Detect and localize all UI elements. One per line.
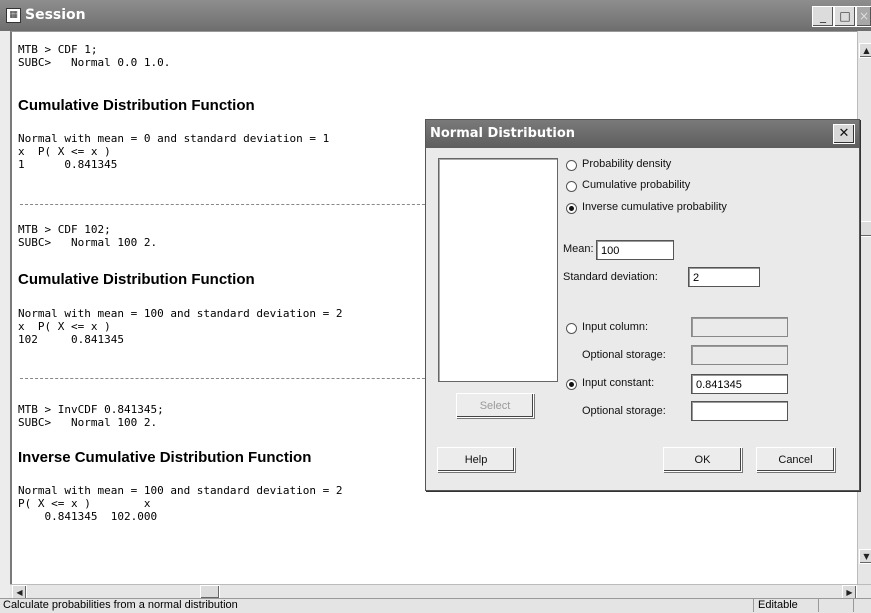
maximize-button[interactable]: □ [834,6,856,27]
cancel-button[interactable]: Cancel [756,447,835,472]
radio-label: Probability density [582,158,672,170]
radio-probability-density[interactable] [566,160,577,171]
output-heading: Cumulative Distribution Function [18,271,255,288]
status-text: Calculate probabilities from a normal di… [3,599,238,611]
radio-cumulative-probability[interactable] [566,181,577,192]
output-line: P( X <= x ) x [18,497,151,510]
mean-field[interactable]: 100 [596,240,674,260]
radio-inverse-cumulative[interactable] [566,203,577,214]
output-separator [20,204,435,205]
output-line: 0.841345 102.000 [18,510,158,523]
minimize-button[interactable]: _ [812,6,834,27]
normal-distribution-dialog: Normal Distribution ✕ Probability densit… [425,119,860,491]
status-mode: Editable [753,599,822,612]
mean-label: Mean: [563,243,594,255]
close-button[interactable]: × [856,6,871,27]
dialog-close-icon[interactable]: ✕ [833,124,855,144]
scroll-up-icon[interactable]: ▲ [859,43,871,58]
subcommand-line: SUBC> Normal 100 2. [18,236,158,249]
radio-label: Cumulative probability [582,179,691,191]
subcommand-line: SUBC> Normal 100 2. [18,416,158,429]
scroll-down-icon[interactable]: ▼ [859,549,871,564]
sd-label: Standard deviation: [563,271,658,283]
radio-label: Inverse cumulative probability [582,201,727,213]
window-title: Session [25,7,86,23]
status-bar: Calculate probabilities from a normal di… [0,598,871,613]
variable-list[interactable] [438,158,558,382]
session-titlebar[interactable]: ▦ Session _ □ × [0,0,871,31]
input-column-label: Input column: [582,321,649,333]
help-button[interactable]: Help [437,447,515,472]
output-line: Normal with mean = 0 and standard deviat… [18,132,330,145]
output-heading: Cumulative Distribution Function [18,97,255,114]
status-panel [818,599,854,612]
command-line: MTB > CDF 1; [18,43,98,56]
input-constant-field[interactable]: 0.841345 [691,374,788,394]
vertical-scroll-thumb[interactable] [859,221,871,237]
input-constant-label: Input constant: [582,377,655,389]
horizontal-scrollbar[interactable]: ◀ ▶ [10,584,871,600]
select-button[interactable]: Select [456,393,534,418]
output-line: x P( X <= x ) [18,320,111,333]
dialog-title: Normal Distribution [430,126,576,141]
radio-input-constant[interactable] [566,379,577,390]
optional-storage-field[interactable] [691,401,788,421]
input-column-field[interactable] [691,317,788,337]
output-separator [20,378,435,379]
optional-storage-label: Optional storage: [582,405,666,417]
output-line: 102 0.841345 [18,333,124,346]
output-line: x P( X <= x ) [18,145,111,158]
dialog-titlebar[interactable]: Normal Distribution ✕ [426,120,859,148]
command-line: MTB > CDF 102; [18,223,111,236]
optional-storage-field[interactable] [691,345,788,365]
subcommand-line: SUBC> Normal 0.0 1.0. [18,56,171,69]
sd-field[interactable]: 2 [688,267,760,287]
ok-button[interactable]: OK [663,447,742,472]
optional-storage-label: Optional storage: [582,349,666,361]
radio-input-column[interactable] [566,323,577,334]
output-line: Normal with mean = 100 and standard devi… [18,307,343,320]
output-line: Normal with mean = 100 and standard devi… [18,484,343,497]
command-line: MTB > InvCDF 0.841345; [18,403,164,416]
output-heading: Inverse Cumulative Distribution Function [18,449,312,466]
output-line: 1 0.841345 [18,158,118,171]
horizontal-scroll-thumb[interactable] [200,585,220,599]
session-grid-icon: ▦ [6,8,21,23]
